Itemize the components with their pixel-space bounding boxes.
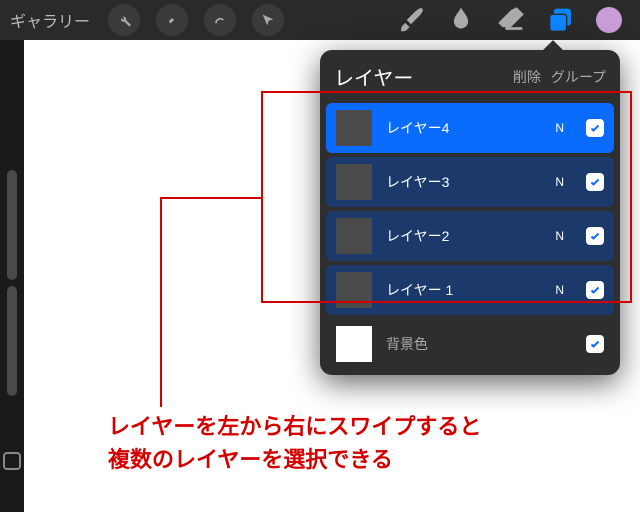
move-icon[interactable]: [252, 4, 284, 36]
brush-icon[interactable]: [394, 3, 428, 37]
layers-panel: レイヤー 削除 グループ レイヤー4 N レイヤー3 N レイヤー2 N レイヤー 1 N 背…: [320, 50, 620, 375]
smudge-icon[interactable]: [444, 3, 478, 37]
side-sliders: [0, 170, 24, 470]
color-swatch[interactable]: [596, 7, 622, 33]
blend-mode-label[interactable]: N: [555, 121, 564, 135]
layers-panel-header: レイヤー 削除 グループ: [320, 50, 620, 103]
visibility-checkbox[interactable]: [586, 173, 604, 191]
selection-icon[interactable]: [204, 4, 236, 36]
layer-thumbnail: [336, 110, 372, 146]
wand-icon[interactable]: [156, 4, 188, 36]
blend-mode-label[interactable]: N: [555, 283, 564, 297]
opacity-slider[interactable]: [7, 286, 17, 396]
visibility-checkbox[interactable]: [586, 281, 604, 299]
visibility-checkbox[interactable]: [586, 227, 604, 245]
modify-button[interactable]: [3, 452, 21, 470]
background-layer-row[interactable]: 背景色: [326, 319, 614, 369]
eraser-icon[interactable]: [494, 3, 528, 37]
visibility-checkbox[interactable]: [586, 335, 604, 353]
layer-name: レイヤー2: [386, 226, 541, 246]
layer-row[interactable]: レイヤー3 N: [326, 157, 614, 207]
wrench-icon[interactable]: [108, 4, 140, 36]
layers-icon[interactable]: [544, 3, 578, 37]
visibility-checkbox[interactable]: [586, 119, 604, 137]
layers-panel-title: レイヤー: [334, 62, 503, 91]
annotation-text: レイヤーを左から右にスワイプすると 複数のレイヤーを選択できる: [108, 410, 481, 476]
background-thumbnail: [336, 326, 372, 362]
layer-thumbnail: [336, 218, 372, 254]
group-button[interactable]: グループ: [551, 67, 606, 87]
blend-mode-label[interactable]: N: [555, 175, 564, 189]
layer-row[interactable]: レイヤー4 N: [326, 103, 614, 153]
layer-thumbnail: [336, 164, 372, 200]
top-toolbar: ギャラリー: [0, 0, 640, 40]
layer-row[interactable]: レイヤー 1 N: [326, 265, 614, 315]
layer-name: レイヤー3: [386, 172, 541, 192]
brush-size-slider[interactable]: [7, 170, 17, 280]
gallery-button[interactable]: ギャラリー: [10, 8, 90, 32]
layer-thumbnail: [336, 272, 372, 308]
layer-row[interactable]: レイヤー2 N: [326, 211, 614, 261]
layer-name: レイヤー 1: [386, 280, 541, 300]
delete-button[interactable]: 削除: [513, 67, 541, 87]
layer-name: レイヤー4: [386, 118, 541, 138]
background-label: 背景色: [386, 334, 572, 354]
blend-mode-label[interactable]: N: [555, 229, 564, 243]
